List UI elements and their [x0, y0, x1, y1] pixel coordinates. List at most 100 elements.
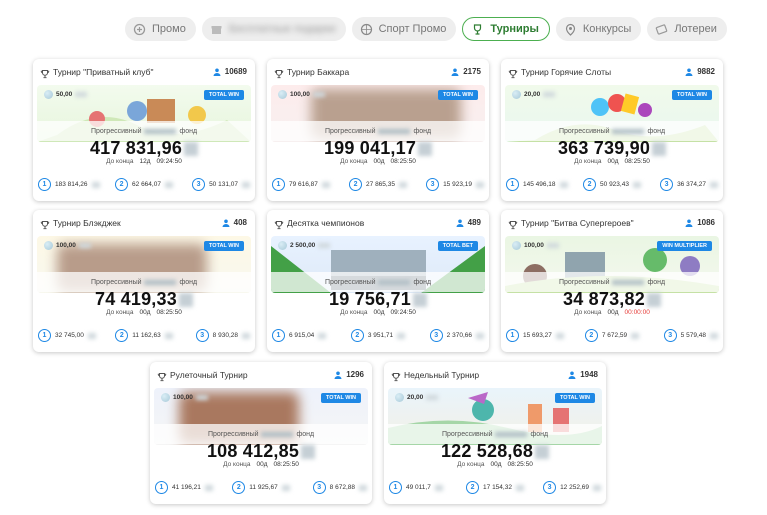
user-icon [685, 68, 693, 76]
place-1-icon: 1 [506, 329, 519, 342]
prize-fund-amount: 199 041,17 [267, 138, 489, 159]
redacted-currency [91, 181, 100, 188]
prize-value: 7 672,59 [601, 332, 628, 339]
prize-value: 11 925,67 [249, 484, 278, 491]
prize-places: 16 915,04 2 3 951,71 3 2 370,66 [272, 329, 484, 342]
redacted-currency [709, 181, 718, 188]
redacted-word [144, 279, 177, 285]
participants-count: 489 [456, 218, 481, 227]
tournament-card[interactable]: Турнир Горячие Слоты 9882 20,00 TOTAL WI… [501, 59, 723, 201]
place-1-icon: 1 [155, 481, 168, 494]
prize-place-2: 2 27 865,35 [343, 178, 413, 191]
prize-value: 8 930,28 [212, 332, 238, 339]
tournament-card[interactable]: Турнир Баккара 2175 100,00 TOTAL WIN Про… [267, 59, 489, 201]
redacted-currency [535, 445, 550, 460]
countdown: До конца 12д 09:24:50 [33, 158, 255, 165]
redacted-word [495, 431, 528, 437]
tab-lotteries[interactable]: Лотереи [647, 17, 727, 41]
countdown: До конца 00д 08:25:50 [267, 158, 489, 165]
prize-value: 50 923,43 [600, 181, 629, 188]
tournament-card[interactable]: Турнир "Приватный клуб" 10689 50,00 TOTA… [33, 59, 255, 201]
prize-place-3: 3 36 374,27 [648, 178, 718, 191]
redacted-currency [412, 293, 427, 308]
redacted-currency [78, 243, 91, 248]
redacted-word [261, 431, 294, 437]
prize-value: 27 865,35 [366, 181, 395, 188]
redacted-currency [321, 181, 330, 188]
prize-value: 79 616,87 [289, 181, 318, 188]
countdown-time: 08:25:50 [273, 461, 299, 468]
place-1-icon: 1 [38, 329, 51, 342]
participants-value: 489 [467, 218, 481, 227]
place-3-icon: 3 [660, 178, 674, 191]
fund-prefix: Прогрессивный [558, 128, 610, 135]
participants-count: 2175 [451, 67, 481, 76]
redacted-currency [301, 445, 316, 460]
entry-fee: 100,00 [512, 241, 559, 250]
redacted-currency [318, 332, 327, 339]
prize-value: 11 162,63 [132, 332, 161, 339]
amount-value: 74 419,33 [95, 289, 177, 309]
tab-label: Промо [152, 23, 186, 35]
tab-promo[interactable]: Промо [125, 17, 196, 41]
redacted-currency [204, 484, 213, 491]
place-2-icon: 2 [583, 178, 597, 191]
countdown: До конца 00д 08:25:50 [384, 461, 606, 468]
participants-count: 1948 [568, 370, 598, 379]
prize-places: 1 15 693,27 2 7 672,59 3 5 579,48 [506, 329, 718, 342]
user-icon [334, 371, 342, 379]
redacted-currency [546, 243, 559, 248]
tab-label: Спорт Промо [378, 23, 447, 35]
tournament-type-badge: TOTAL WIN [438, 90, 478, 100]
prize-place-1: 1 32 745,00 [38, 329, 108, 342]
prize-place-3: 38 930,28 [180, 329, 250, 342]
prize-fund-amount: 417 831,96 [33, 138, 255, 159]
countdown-days: 12д [139, 158, 151, 165]
participants-count: 1086 [685, 218, 715, 227]
tab-tournaments[interactable]: Турниры [462, 17, 550, 41]
tab-label: Конкурсы [582, 23, 632, 35]
redacted-currency [397, 332, 406, 339]
fund-label: Прогрессивный фонд [33, 279, 255, 286]
fund-suffix: фонд [413, 279, 432, 286]
place-3-icon: 3 [663, 329, 677, 342]
place-3-icon: 3 [426, 178, 440, 191]
prize-value: 5 579,48 [680, 332, 706, 339]
tournament-card[interactable]: Турнир Блэкджек 408 100,00 TOTAL WIN Про… [33, 210, 255, 352]
prize-place-2: 27 672,59 [577, 329, 647, 342]
tournament-title: Рулеточный Турнир [170, 370, 248, 380]
amount-value: 199 041,17 [323, 138, 417, 158]
countdown-label: До конца [340, 309, 368, 316]
entry-value: 100,00 [56, 242, 76, 249]
trophy-icon [274, 217, 284, 230]
amount-value: 122 528,68 [440, 441, 534, 461]
trophy-icon [508, 66, 518, 79]
tournament-card[interactable]: Рулеточный Турнир 1296 100,00 TOTAL WIN … [150, 362, 372, 504]
tournament-card[interactable]: Десятка чемпионов 489 2 500,00 TOTAL BET… [267, 210, 489, 352]
tab-sport-promo[interactable]: Спорт Промо [351, 17, 457, 41]
entry-value: 100,00 [524, 242, 544, 249]
user-icon [451, 68, 459, 76]
prize-fund-amount: 363 739,90 [501, 138, 723, 159]
prize-place-1: 1 79 616,87 [272, 178, 342, 191]
prize-fund-amount: 19 756,71 [267, 289, 489, 310]
redacted-currency [164, 332, 173, 339]
prize-place-1: 1 145 496,18 [506, 178, 576, 191]
tab-gifts[interactable]: Бесплатные подарки [201, 17, 346, 41]
sport-icon [360, 23, 373, 36]
countdown-label: До конца [106, 309, 134, 316]
tournament-card[interactable]: Турнир "Битва Супергероев" 1086 100,00 W… [501, 210, 723, 352]
tab-contests[interactable]: Конкурсы [555, 17, 642, 41]
prize-place-1: 1 49 011,7 [389, 481, 459, 494]
redacted-currency [646, 293, 661, 308]
redacted-currency [164, 181, 173, 188]
tournament-card[interactable]: Недельный Турнир 1948 20,00 TOTAL WIN Пр… [384, 362, 606, 504]
place-1-icon: 1 [272, 329, 285, 342]
prize-fund-amount: 74 419,33 [33, 289, 255, 310]
fund-label: Прогрессивный фонд [267, 128, 489, 135]
redacted-currency [475, 332, 484, 339]
prize-value: 17 154,32 [483, 484, 512, 491]
place-1-icon: 1 [272, 178, 285, 191]
prize-place-3: 3 15 923,19 [414, 178, 484, 191]
redacted-currency [75, 92, 88, 97]
